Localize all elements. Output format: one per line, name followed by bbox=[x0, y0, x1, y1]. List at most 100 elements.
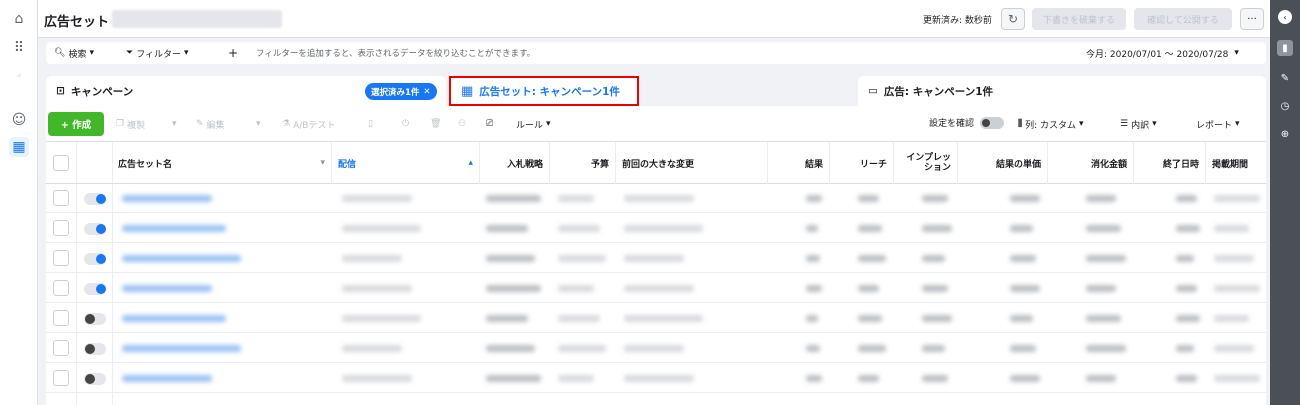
right-panel-rail: ‹ ▮ ✎ ◷ ⊕ bbox=[1270, 0, 1300, 405]
column-header[interactable]: 結果の単価 bbox=[958, 142, 1048, 184]
cell-value bbox=[1176, 225, 1200, 232]
cell-value bbox=[858, 345, 886, 352]
cell-value bbox=[558, 225, 600, 232]
delivery-toggle[interactable] bbox=[84, 343, 106, 355]
selected-badge[interactable]: 選択済み1件 ✕ bbox=[365, 83, 437, 100]
chevron-left-icon[interactable]: ‹ bbox=[1278, 10, 1292, 24]
column-header[interactable]: 結果 bbox=[768, 142, 830, 184]
search-button[interactable]: 🔍︎ 検索 ▾ bbox=[50, 44, 98, 62]
cell-value bbox=[558, 285, 594, 292]
row-checkbox[interactable] bbox=[53, 280, 69, 296]
clipboard-icon[interactable]: ▯ bbox=[368, 114, 373, 134]
table-row[interactable] bbox=[46, 214, 1266, 243]
column-header[interactable]: 配信 ▴ bbox=[332, 142, 480, 184]
column-header[interactable]: 広告セット名 ▾ bbox=[112, 142, 332, 184]
tab-ads[interactable]: ▭ 広告: キャンペーン1件 bbox=[858, 76, 1266, 106]
breakdown-label: 内訳 bbox=[1131, 120, 1150, 131]
bar-chart-icon[interactable]: ▮ bbox=[1277, 40, 1293, 56]
date-range-picker[interactable]: 今月: 2020/07/01 〜 2020/07/28 ▾ bbox=[1086, 44, 1239, 62]
delivery-toggle[interactable] bbox=[84, 193, 106, 205]
review-publish-button[interactable]: 確認して公開する bbox=[1134, 8, 1232, 30]
table-row[interactable] bbox=[46, 244, 1266, 273]
row-checkbox[interactable] bbox=[53, 370, 69, 386]
row-checkbox[interactable] bbox=[53, 190, 69, 206]
cell-value bbox=[858, 195, 879, 202]
cell-value bbox=[1010, 285, 1040, 292]
column-header[interactable]: 予算 bbox=[550, 142, 616, 184]
column-header[interactable]: 消化金額 bbox=[1048, 142, 1134, 184]
adset-name-link[interactable] bbox=[122, 225, 227, 232]
cell-value bbox=[1214, 375, 1260, 382]
chevron-down-icon: ▾ bbox=[172, 119, 177, 129]
column-header[interactable]: 前回の大きな変更 bbox=[616, 142, 768, 184]
select-all-checkbox[interactable] bbox=[53, 155, 69, 171]
delivery-toggle[interactable] bbox=[84, 223, 106, 235]
row-checkbox[interactable] bbox=[53, 340, 69, 356]
cell-value bbox=[922, 285, 949, 292]
column-header[interactable]: リーチ bbox=[830, 142, 894, 184]
view-settings[interactable]: 設定を確認 bbox=[929, 116, 1005, 129]
power-icon[interactable]: ⏻ bbox=[402, 114, 409, 134]
row-checkbox[interactable] bbox=[53, 250, 69, 266]
close-icon[interactable]: ✕ bbox=[423, 87, 430, 97]
clock-icon[interactable]: ◷ bbox=[1277, 98, 1293, 114]
cell-value bbox=[858, 315, 883, 322]
discard-draft-button[interactable]: 下書きを破棄する bbox=[1032, 8, 1126, 30]
delivery-toggle[interactable] bbox=[84, 253, 106, 265]
sort-icon[interactable]: ▾ bbox=[320, 158, 325, 168]
pencil-icon[interactable]: ✎ bbox=[1277, 70, 1293, 86]
adset-name-link[interactable] bbox=[122, 315, 227, 322]
account-icon[interactable]: ⁖ bbox=[9, 66, 29, 86]
duplicate-button[interactable]: ❐ 複製 bbox=[116, 114, 145, 134]
reports-button[interactable]: レポート ▾ bbox=[1196, 114, 1240, 134]
search-icon: 🔍︎ bbox=[54, 48, 66, 58]
zoom-icon[interactable]: ⊕ bbox=[1277, 126, 1293, 142]
rules-button[interactable]: ルール ▾ bbox=[516, 114, 551, 134]
delete-icon[interactable]: 🗑︎ bbox=[430, 114, 441, 134]
duplicate-dropdown[interactable]: ▾ bbox=[172, 114, 177, 134]
adset-name-link[interactable] bbox=[122, 285, 212, 292]
view-settings-toggle[interactable] bbox=[980, 116, 1005, 129]
table-row[interactable] bbox=[46, 274, 1266, 303]
column-header[interactable]: 掲載期間 bbox=[1206, 142, 1266, 184]
table-row[interactable] bbox=[46, 364, 1266, 393]
delivery-toggle[interactable] bbox=[84, 283, 106, 295]
table-row[interactable] bbox=[46, 304, 1266, 333]
adset-name-link[interactable] bbox=[122, 255, 241, 262]
refresh-icon[interactable]: ↻ bbox=[1001, 8, 1025, 30]
create-button[interactable]: + 作成 bbox=[48, 112, 104, 136]
audience-icon[interactable]: ⚇ bbox=[458, 114, 466, 134]
column-header[interactable]: 入札戦略 bbox=[480, 142, 550, 184]
adset-name-link[interactable] bbox=[122, 375, 212, 382]
more-button[interactable]: ··· bbox=[1240, 8, 1264, 30]
row-checkbox[interactable] bbox=[53, 310, 69, 326]
cell-value bbox=[806, 225, 818, 232]
home-icon[interactable]: ⌂ bbox=[9, 9, 29, 29]
table-row[interactable] bbox=[46, 334, 1266, 363]
edit-button[interactable]: ✎ 編集 bbox=[196, 114, 225, 134]
add-filter-button[interactable]: + bbox=[224, 44, 242, 62]
sort-icon[interactable]: ▴ bbox=[468, 158, 473, 168]
apps-grid-icon[interactable]: ⠿ bbox=[9, 38, 29, 58]
table-row[interactable] bbox=[46, 184, 1266, 213]
view-settings-label: 設定を確認 bbox=[929, 119, 975, 129]
ab-test-button[interactable]: ⚗ A/Bテスト bbox=[282, 114, 335, 134]
adset-name-link[interactable] bbox=[122, 195, 212, 202]
cell-value bbox=[1214, 285, 1260, 292]
delivery-toggle[interactable] bbox=[84, 373, 106, 385]
cell-value bbox=[342, 315, 422, 322]
filter-button[interactable]: ⏷ フィルター ▾ bbox=[122, 44, 193, 62]
column-header[interactable]: 終了日時 bbox=[1134, 142, 1206, 184]
breakdown-button[interactable]: ☰ 内訳 ▾ bbox=[1120, 114, 1157, 134]
row-checkbox[interactable] bbox=[53, 220, 69, 236]
column-header[interactable]: インプレッション bbox=[894, 142, 958, 184]
edit-dropdown[interactable]: ▾ bbox=[256, 114, 261, 134]
table-icon[interactable]: ▦ bbox=[9, 137, 29, 157]
smile-icon[interactable]: ☺ bbox=[9, 110, 29, 130]
preview-icon[interactable]: ⎚ bbox=[486, 114, 493, 134]
cell-value bbox=[486, 255, 535, 262]
delivery-toggle[interactable] bbox=[84, 313, 106, 325]
tab-adsets[interactable]: ▦ 広告セット: キャンペーン1件 bbox=[449, 76, 639, 106]
columns-button[interactable]: ⫼ 列: カスタム ▾ bbox=[1018, 114, 1084, 134]
adset-name-link[interactable] bbox=[122, 345, 241, 352]
